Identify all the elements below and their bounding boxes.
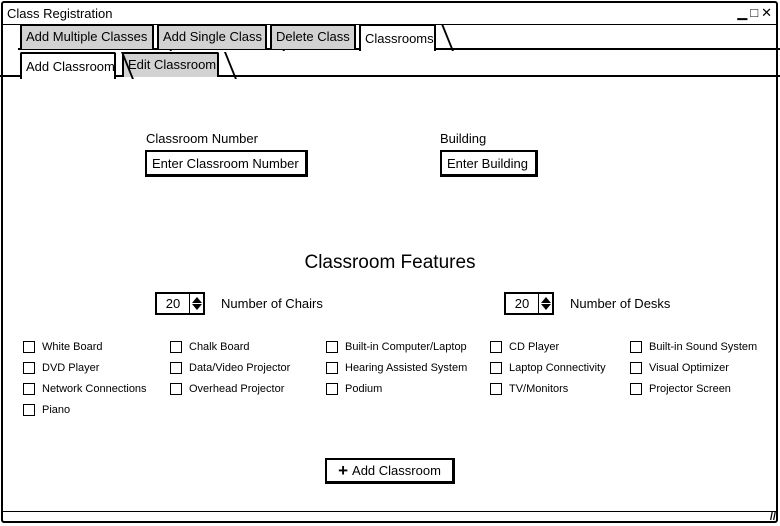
checkbox-built-in-sound-system[interactable]: Built-in Sound System <box>630 341 757 353</box>
tab-label: Add Single Class <box>163 29 262 44</box>
tab-add-single-class[interactable]: Add Single Class <box>157 24 267 49</box>
checkbox-data-video-projector[interactable]: Data/Video Projector <box>170 362 290 374</box>
checkbox-dvd-player[interactable]: DVD Player <box>23 362 99 374</box>
checkbox-label: Built-in Sound System <box>649 341 758 353</box>
checkbox-label: Built-in Computer/Laptop <box>345 341 467 353</box>
classroom-features-title: Classroom Features <box>304 252 476 273</box>
tab-label: Classrooms <box>365 31 434 46</box>
checkbox-label: Laptop Connectivity <box>509 362 606 374</box>
tab-delete-class[interactable]: Delete Class <box>270 24 356 49</box>
desks-stepper[interactable]: 20 <box>504 292 554 315</box>
checkbox-box[interactable] <box>326 341 338 353</box>
checkbox-box[interactable] <box>326 362 338 374</box>
stepper-arrows-icon[interactable] <box>538 294 552 313</box>
checkbox-network-connections[interactable]: Network Connections <box>23 383 147 395</box>
building-label: Building <box>440 131 487 146</box>
checkbox-box[interactable] <box>23 404 35 416</box>
checkbox-box[interactable] <box>170 341 182 353</box>
checkbox-label: CD Player <box>509 341 560 353</box>
tab-label: Add Multiple Classes <box>26 29 148 44</box>
window-controls: ▁ □ ✕ <box>737 5 772 21</box>
classroom-number-input[interactable]: Enter Classroom Number <box>145 150 308 177</box>
checkbox-box[interactable] <box>490 362 502 374</box>
add-classroom-button[interactable]: + Add Classroom <box>325 458 455 484</box>
checkbox-box[interactable] <box>23 341 35 353</box>
checkbox-label: Chalk Board <box>189 341 250 353</box>
plus-icon: + <box>338 460 349 480</box>
add-classroom-button-label: Add Classroom <box>352 463 441 478</box>
chairs-label: Number of Chairs <box>221 296 323 311</box>
checkbox-label: Podium <box>345 383 383 395</box>
desks-label: Number of Desks <box>570 296 671 311</box>
tab-label: Delete Class <box>276 29 350 44</box>
tab-label: Edit Classroom <box>128 57 217 72</box>
checkbox-label: Hearing Assisted System <box>345 362 468 374</box>
checkbox-podium[interactable]: Podium <box>326 383 382 395</box>
checkbox-piano[interactable]: Piano <box>23 404 70 416</box>
checkbox-box[interactable] <box>490 383 502 395</box>
tabbar-sub-baseline <box>0 75 780 77</box>
status-bar: // <box>1 511 778 523</box>
checkbox-label: Visual Optimizer <box>649 362 729 374</box>
checkbox-label: White Board <box>42 341 103 353</box>
tab-edit-classroom[interactable]: Edit Classroom <box>122 52 219 77</box>
checkbox-box[interactable] <box>630 362 642 374</box>
checkbox-white-board[interactable]: White Board <box>23 341 103 353</box>
stepper-arrows-icon[interactable] <box>189 294 203 313</box>
checkbox-label: Network Connections <box>42 383 147 395</box>
close-icon[interactable]: ✕ <box>761 5 772 21</box>
minimize-icon[interactable]: ▁ <box>737 5 747 21</box>
window-title: Class Registration <box>7 6 113 21</box>
checkbox-label: DVD Player <box>42 362 100 374</box>
chairs-stepper[interactable]: 20 <box>155 292 205 315</box>
checkbox-cd-player[interactable]: CD Player <box>490 341 559 353</box>
checkbox-box[interactable] <box>170 383 182 395</box>
tab-classrooms[interactable]: Classrooms <box>359 24 436 51</box>
checkbox-label: Piano <box>42 404 71 416</box>
maximize-icon[interactable]: □ <box>750 5 758 21</box>
tab-add-classroom[interactable]: Add Classroom <box>20 52 116 79</box>
checkbox-label: TV/Monitors <box>509 383 569 395</box>
checkbox-box[interactable] <box>326 383 338 395</box>
checkbox-overhead-projector[interactable]: Overhead Projector <box>170 383 284 395</box>
chairs-value: 20 <box>165 296 181 311</box>
checkbox-projector-screen[interactable]: Projector Screen <box>630 383 731 395</box>
checkbox-label: Data/Video Projector <box>189 362 291 374</box>
title-bar: Class Registration ▁ □ ✕ <box>3 3 776 25</box>
checkbox-built-in-computer[interactable]: Built-in Computer/Laptop <box>326 341 467 353</box>
building-input[interactable]: Enter Building <box>440 150 538 177</box>
checkbox-label: Overhead Projector <box>189 383 285 395</box>
checkbox-tv-monitors[interactable]: TV/Monitors <box>490 383 568 395</box>
classroom-number-placeholder: Enter Classroom Number <box>152 156 299 171</box>
tab-add-multiple-classes[interactable]: Add Multiple Classes <box>20 24 154 49</box>
checkbox-box[interactable] <box>23 362 35 374</box>
checkbox-box[interactable] <box>170 362 182 374</box>
checkbox-box[interactable] <box>490 341 502 353</box>
resize-grip-icon[interactable]: // <box>770 511 776 523</box>
checkbox-laptop-connectivity[interactable]: Laptop Connectivity <box>490 362 606 374</box>
building-placeholder: Enter Building <box>447 156 528 171</box>
checkbox-box[interactable] <box>23 383 35 395</box>
classroom-number-label: Classroom Number <box>146 131 258 146</box>
checkbox-label: Projector Screen <box>649 383 731 395</box>
checkbox-chalk-board[interactable]: Chalk Board <box>170 341 250 353</box>
checkbox-box[interactable] <box>630 341 642 353</box>
desks-value: 20 <box>514 296 530 311</box>
tab-label: Add Classroom <box>26 59 115 74</box>
checkbox-hearing-assisted-system[interactable]: Hearing Assisted System <box>326 362 467 374</box>
checkbox-box[interactable] <box>630 383 642 395</box>
checkbox-visual-optimizer[interactable]: Visual Optimizer <box>630 362 729 374</box>
